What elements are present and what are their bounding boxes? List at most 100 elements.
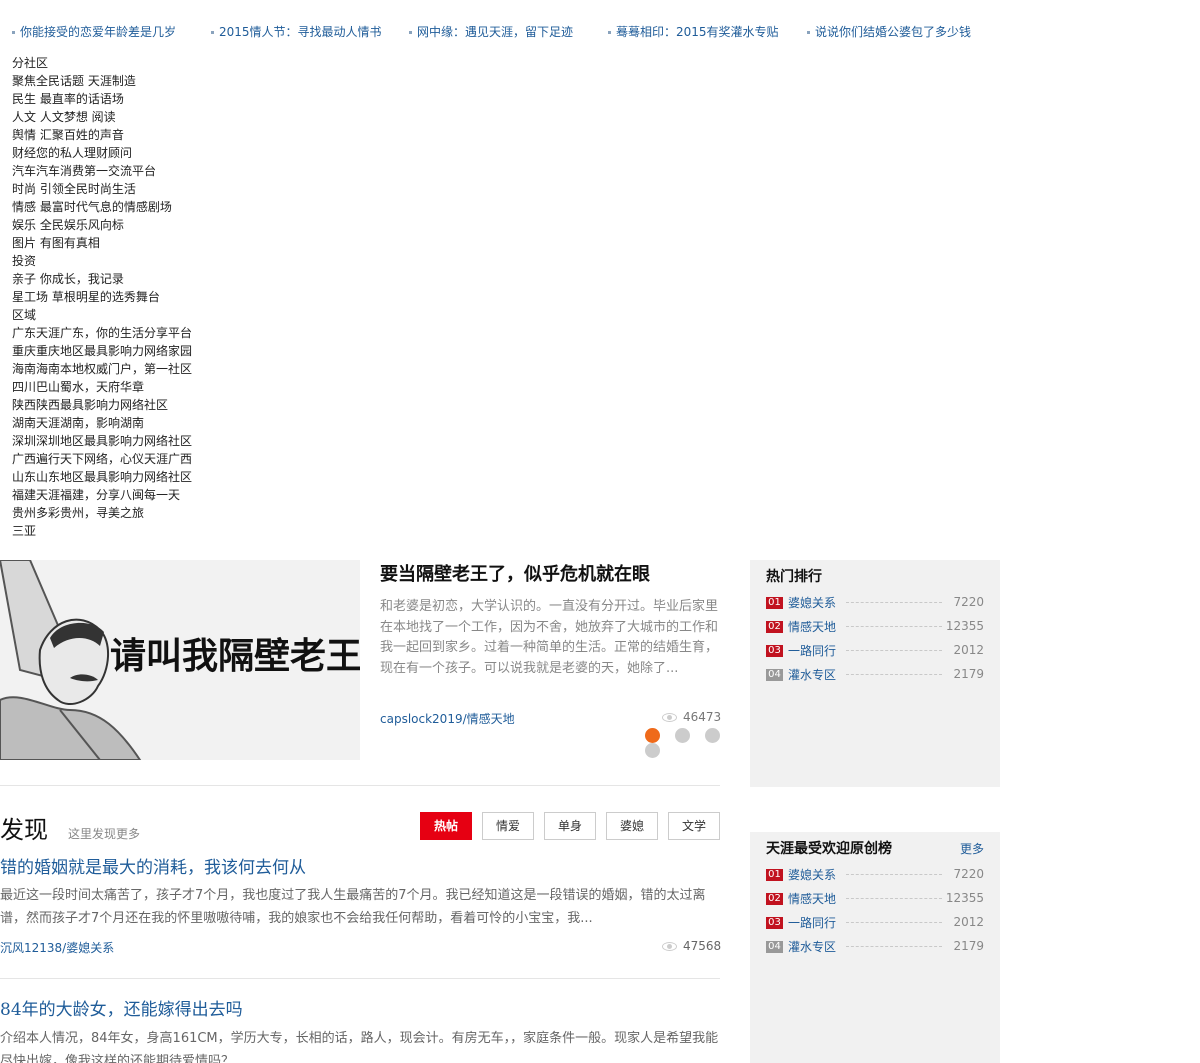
subforum-item[interactable]: 广西遍行天下网络，心仪天涯广西 — [12, 450, 192, 468]
subforum-item[interactable]: 汽车汽车消费第一交流平台 — [12, 162, 192, 180]
subforum-item[interactable]: 亲子 你成长，我记录 — [12, 270, 192, 288]
subforum-item[interactable]: 财经您的私人理财顾问 — [12, 144, 192, 162]
subforum-item[interactable]: 聚焦全民话题 天涯制造 — [12, 72, 192, 90]
subforum-item[interactable]: 图片 有图有真相 — [12, 234, 192, 252]
subforum-item[interactable]: 舆情 汇聚百姓的声音 — [12, 126, 192, 144]
subforum-item[interactable]: 海南海南本地权威门户，第一社区 — [12, 360, 192, 378]
tab-love[interactable]: 情爱 — [482, 812, 534, 840]
rank-number: 02 — [766, 620, 783, 633]
rank-row[interactable]: 02 情感天地 12355 — [766, 890, 984, 906]
bullet-icon — [608, 31, 611, 34]
top-link[interactable]: 你能接受的恋爱年龄差是几岁 — [12, 23, 176, 41]
subforum-item[interactable]: 贵州多彩贵州，寻美之旅 — [12, 504, 192, 522]
hot-rank-title: 热门排行 — [766, 569, 822, 585]
subforum-item[interactable]: 情感 最富时代气息的情感剧场 — [12, 198, 192, 216]
rank-value: 2012 — [953, 915, 984, 929]
featured-views: 46473 — [662, 710, 721, 724]
top-link-label: 网中缘：遇见天涯，留下足迹 — [417, 25, 574, 39]
top-link[interactable]: 说说你们结婚公婆包了多少钱 — [807, 23, 971, 41]
subforum-item[interactable]: 人文 人文梦想 阅读 — [12, 108, 192, 126]
post-author-link[interactable]: 沉风12138/婆媳关系 — [0, 939, 114, 956]
slide-dot-2[interactable] — [675, 728, 690, 743]
tab-hot[interactable]: 热帖 — [420, 812, 472, 840]
subforum-item[interactable]: 湖南天涯湖南，影响湖南 — [12, 414, 192, 432]
featured-title[interactable]: 要当隔壁老王了，似乎危机就在眼 — [380, 560, 650, 586]
slide-dot-1[interactable] — [645, 728, 660, 743]
tab-single[interactable]: 单身 — [544, 812, 596, 840]
rank-value: 7220 — [953, 595, 984, 609]
hot-rank-panel: 热门排行 01 婆媳关系 7220 02 情感天地 12355 03 一路同行 2012 04 灌水… — [750, 560, 1000, 787]
rank-row[interactable]: 02 情感天地 12355 — [766, 618, 984, 634]
rank-value: 12355 — [945, 619, 984, 633]
rank-number: 04 — [766, 668, 783, 681]
rank-leader-line — [846, 626, 942, 627]
rank-forum-link[interactable]: 灌水专区 — [788, 939, 836, 955]
subforum-item[interactable]: 福建天涯福建，分享八闽每一天 — [12, 486, 192, 504]
original-rank-panel: 天涯最受欢迎原创榜 更多 01 婆媳关系 7220 02 情感天地 12355 03 一路同行… — [750, 832, 1000, 1063]
featured-image[interactable]: 请叫我隔壁老王 — [0, 560, 360, 760]
post-summary: 介绍本人情况，84年女，身高161CM，学历大专，长相的话，路人，现会计。有房无… — [0, 1031, 719, 1063]
subforum-item[interactable]: 四川巴山蜀水，天府华章 — [12, 378, 192, 396]
original-rank-more-link[interactable]: 更多 — [960, 840, 984, 857]
subforum-item[interactable]: 三亚 — [12, 522, 192, 540]
subforum-item[interactable]: 陕西陕西最具影响力网络社区 — [12, 396, 192, 414]
subforum-item[interactable]: 重庆重庆地区最具影响力网络家园 — [12, 342, 192, 360]
rank-leader-line — [846, 674, 942, 675]
post-title[interactable]: 84年的大龄女，还能嫁得出去吗 — [0, 995, 243, 1020]
post-views-count: 47568 — [683, 939, 722, 953]
subforum-item[interactable]: 广东天涯广东，你的生活分享平台 — [12, 324, 192, 342]
rank-forum-link[interactable]: 一路同行 — [788, 915, 836, 931]
discover-heading: 发现 — [0, 816, 48, 844]
discover-more-link[interactable]: 这里发现更多 — [68, 825, 140, 842]
subforum-item[interactable]: 山东山东地区最具影响力网络社区 — [12, 468, 192, 486]
rank-value: 2012 — [953, 643, 984, 657]
top-link[interactable]: 2015情人节：寻找最动人情书 — [211, 23, 382, 41]
featured-image-caption: 请叫我隔壁老王 — [110, 636, 360, 677]
rank-forum-link[interactable]: 情感天地 — [788, 891, 836, 907]
rank-value: 2179 — [953, 667, 984, 681]
rank-forum-link[interactable]: 婆媳关系 — [788, 595, 836, 611]
rank-value: 12355 — [945, 891, 984, 905]
divider — [0, 785, 720, 786]
rank-row[interactable]: 01 婆媳关系 7220 — [766, 594, 984, 610]
subforum-item[interactable]: 星工场 草根明星的选秀舞台 — [12, 288, 192, 306]
rank-forum-link[interactable]: 情感天地 — [788, 619, 836, 635]
rank-forum-link[interactable]: 婆媳关系 — [788, 867, 836, 883]
tab-family[interactable]: 婆媳 — [606, 812, 658, 840]
top-link[interactable]: 蓦蓦相印：2015有奖灌水专贴 — [608, 23, 779, 41]
subforum-nav: 分社区 聚焦全民话题 天涯制造 民生 最直率的话语场 人文 人文梦想 阅读 舆情 汇聚百… — [12, 54, 192, 540]
subforum-item[interactable]: 分社区 — [12, 54, 192, 72]
bullet-icon — [409, 31, 412, 34]
rank-number: 03 — [766, 916, 783, 929]
subforum-item[interactable]: 深圳深圳地区最具影响力网络社区 — [12, 432, 192, 450]
featured-author-link[interactable]: capslock2019/情感天地 — [380, 710, 515, 727]
slide-dot-4[interactable] — [645, 743, 660, 758]
rank-row[interactable]: 03 一路同行 2012 — [766, 914, 984, 930]
post-summary: 最近这一段时间太痛苦了，孩子才7个月，我也度过了我人生最痛苦的7个月。我已经知道… — [0, 888, 706, 926]
subforum-item[interactable]: 时尚 引领全民时尚生活 — [12, 180, 192, 198]
subforum-item[interactable]: 民生 最直率的话语场 — [12, 90, 192, 108]
rank-row[interactable]: 04 灌水专区 2179 — [766, 666, 984, 682]
top-link[interactable]: 网中缘：遇见天涯，留下足迹 — [409, 23, 573, 41]
subforum-item[interactable]: 娱乐 全民娱乐风向标 — [12, 216, 192, 234]
subforum-item[interactable]: 区域 — [12, 306, 192, 324]
top-link-label: 说说你们结婚公婆包了多少钱 — [815, 25, 972, 39]
rank-leader-line — [846, 898, 942, 899]
rank-row[interactable]: 01 婆媳关系 7220 — [766, 866, 984, 882]
rank-row[interactable]: 04 灌水专区 2179 — [766, 938, 984, 954]
rank-leader-line — [846, 946, 942, 947]
tab-literature[interactable]: 文学 — [668, 812, 720, 840]
top-link-label: 蓦蓦相印：2015有奖灌水专贴 — [616, 25, 779, 39]
rank-forum-link[interactable]: 灌水专区 — [788, 667, 836, 683]
rank-forum-link[interactable]: 一路同行 — [788, 643, 836, 659]
rank-row[interactable]: 03 一路同行 2012 — [766, 642, 984, 658]
rank-number: 01 — [766, 596, 783, 609]
bullet-icon — [211, 31, 214, 34]
slide-dot-3[interactable] — [705, 728, 720, 743]
top-links-bar: 你能接受的恋爱年龄差是几岁 2015情人节：寻找最动人情书 网中缘：遇见天涯，留… — [0, 23, 1200, 41]
post-title[interactable]: 错的婚姻就是最大的消耗，我该何去何从 — [0, 853, 306, 878]
subforum-item[interactable]: 投资 — [12, 252, 192, 270]
featured-summary: 和老婆是初恋，大学认识的。一直没有分开过。毕业后家里在本地找了一个工作，因为不舍… — [380, 599, 719, 676]
featured-illustration: 请叫我隔壁老王 — [0, 560, 360, 760]
post-views: 47568 — [662, 939, 721, 953]
